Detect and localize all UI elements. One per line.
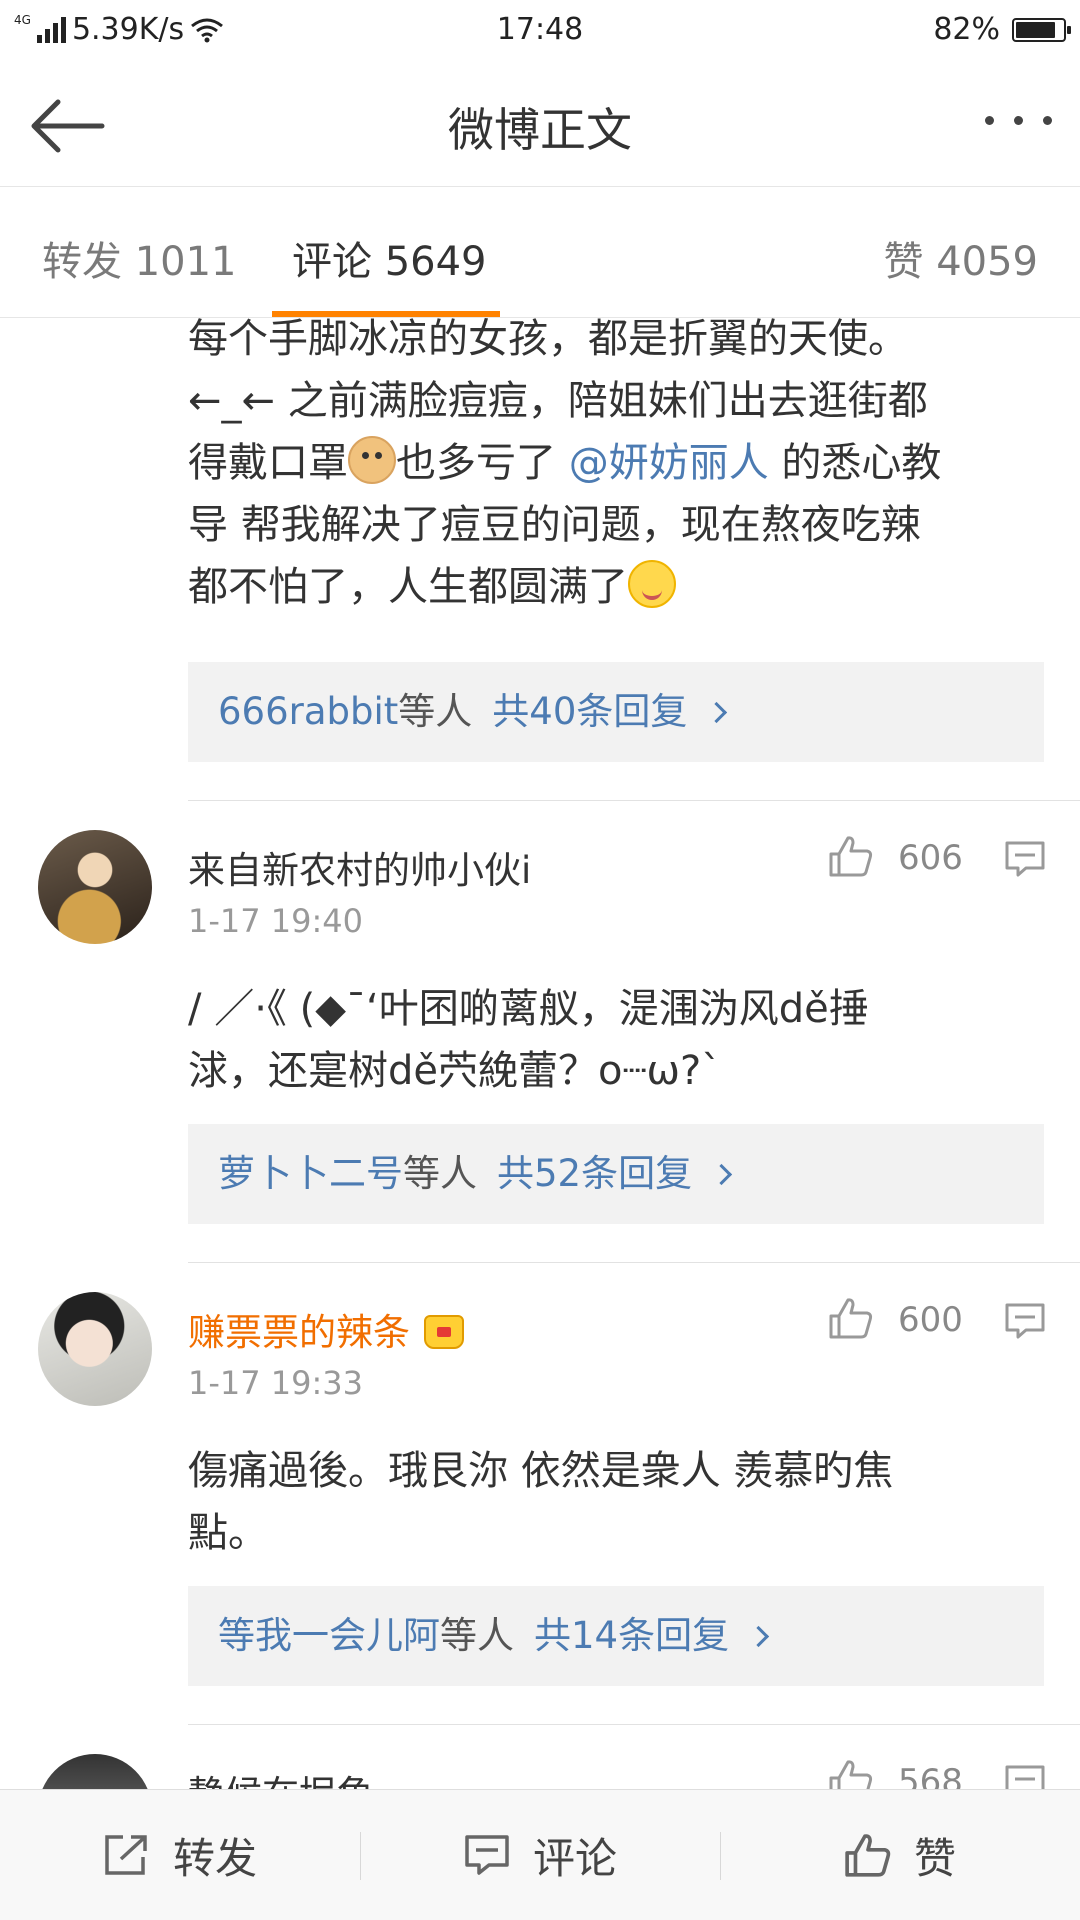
battery-percent: 82%	[933, 12, 1000, 47]
comment-text-segment: 得戴口罩	[188, 440, 348, 486]
status-time: 17:48	[496, 12, 584, 47]
crown-icon	[424, 1315, 464, 1349]
comment-line: 點。	[188, 1510, 268, 1556]
doge-emoji-icon	[348, 436, 396, 484]
comment-line: ←_← 之前满脸痘痘，陪姐妹们出去逛街都	[188, 378, 928, 424]
avatar[interactable]	[38, 1754, 152, 1790]
active-tab-indicator	[272, 311, 500, 317]
like-label: 赞	[913, 1833, 956, 1883]
comment-line: 每个手脚冰凉的女孩，都是折翼的天使。	[188, 318, 908, 362]
page-title: 微博正文	[448, 103, 632, 157]
reply-comment-icon[interactable]	[1004, 840, 1046, 878]
like-count: 606	[898, 838, 963, 878]
tab-bar: 转发 1011 评论 5649 赞 4059	[0, 187, 1080, 318]
comment-list[interactable]: 每个手脚冰凉的女孩，都是折翼的天使。 ←_← 之前满脸痘痘，陪姐妹们出去逛街都 …	[0, 318, 1080, 1790]
repost-label: 转发	[172, 1833, 257, 1883]
comment-icon	[465, 1835, 509, 1875]
repost-button[interactable]: 转发	[0, 1790, 360, 1920]
battery-icon	[1012, 17, 1071, 42]
thumbs-up-icon[interactable]	[828, 1758, 874, 1790]
comment-line: 得戴口罩 也多亏了 @妍妨丽人 的悉心教	[188, 432, 1048, 494]
comment-line: 傷痛過後。珴艮沵 依然是衆人 羨慕旳焦	[188, 1448, 894, 1494]
reply-count[interactable]: 共40条回复	[492, 690, 687, 733]
like-count: 600	[898, 1300, 963, 1340]
replies-summary[interactable]: 等我一会儿阿等人 共14条回复	[188, 1586, 1044, 1686]
reply-users[interactable]: 等我一会儿阿	[218, 1614, 440, 1657]
comment-label: 评论	[532, 1833, 617, 1883]
comment-username[interactable]: 赚票票的辣条	[188, 1302, 464, 1356]
replies-summary[interactable]: 666rabbit等人 共40条回复	[188, 662, 1044, 762]
like-count: 568	[898, 1762, 963, 1790]
replies-summary[interactable]: 萝卜卜二号等人 共52条回复	[188, 1124, 1044, 1224]
share-icon	[105, 1835, 147, 1875]
username-text: 赚票票的辣条	[188, 1311, 410, 1354]
more-options-icon[interactable]	[985, 116, 1052, 125]
comment-text: / ／·《 (◆ˉ‘叶囨啲蓠舣，湜涠沩风dě捶 浗，还寔树dě茓絻蕾？o┈ω?ˋ	[188, 978, 1048, 1102]
tab-repost[interactable]: 转发 1011	[42, 229, 237, 287]
tab-like[interactable]: 赞 4059	[883, 229, 1038, 287]
thumbs-up-icon	[845, 1834, 891, 1877]
reply-users[interactable]: 萝卜卜二号	[218, 1152, 403, 1195]
reply-comment-icon[interactable]	[1004, 1302, 1046, 1340]
thumbs-up-icon[interactable]	[828, 834, 874, 878]
happy-emoji-icon	[628, 560, 676, 608]
bottom-toolbar: 转发 评论 赞	[0, 1789, 1080, 1920]
reply-count[interactable]: 共52条回复	[497, 1152, 692, 1195]
comment-line: 浗，还寔树dě茓絻蕾？o┈ω?ˋ	[188, 1048, 722, 1094]
comment-line: / ／·《 (◆ˉ‘叶囨啲蓠舣，湜涠沩风dě捶	[188, 986, 869, 1032]
avatar[interactable]	[38, 830, 152, 944]
chevron-right-icon	[706, 701, 728, 724]
status-bar: 4G 5.39K/s 17:48 82%	[0, 0, 1080, 56]
comment-time: 1-17 19:33	[188, 1364, 364, 1402]
reply-count[interactable]: 共14条回复	[534, 1614, 729, 1657]
chevron-right-icon	[710, 1163, 733, 1186]
reply-users[interactable]: 666rabbit	[218, 690, 398, 733]
comment-text: 傷痛過後。珴艮沵 依然是衆人 羨慕旳焦 點。	[188, 1440, 1048, 1564]
comment-text-segment: 的悉心教	[768, 440, 942, 486]
divider	[188, 1724, 1080, 1725]
chevron-right-icon	[747, 1625, 770, 1648]
comment-text-segment: 都不怕了，人生都圆满了	[188, 564, 628, 610]
mention-link[interactable]: @妍妨丽人	[569, 440, 769, 486]
comment-line: 都不怕了，人生都圆满了	[188, 556, 1048, 618]
comment-text: 每个手脚冰凉的女孩，都是折翼的天使。 ←_← 之前满脸痘痘，陪姐妹们出去逛街都 …	[188, 318, 1048, 618]
comment-username[interactable]: 来自新农村的帅小伙i	[188, 840, 531, 894]
thumbs-up-icon[interactable]	[828, 1296, 874, 1340]
divider	[188, 800, 1080, 801]
divider	[188, 1262, 1080, 1263]
comment-username[interactable]: 静候在坭角	[188, 1764, 373, 1790]
comment-time: 1-17 19:40	[188, 902, 364, 940]
avatar[interactable]	[38, 1292, 152, 1406]
comment-line: 导 帮我解决了痘豆的问题，现在熬夜吃辣	[188, 502, 921, 548]
comment-button[interactable]: 评论	[360, 1790, 720, 1920]
reply-suffix: 等人	[403, 1152, 477, 1195]
reply-suffix: 等人	[440, 1614, 514, 1657]
like-button[interactable]: 赞	[720, 1790, 1080, 1920]
reply-suffix: 等人	[398, 690, 473, 733]
comment-text-segment: 也多亏了	[396, 440, 569, 486]
reply-comment-icon[interactable]	[1004, 1764, 1046, 1790]
top-nav-bar: 微博正文	[0, 56, 1080, 187]
tab-comment[interactable]: 评论 5649	[292, 229, 487, 287]
status-right: 82%	[933, 12, 1071, 47]
